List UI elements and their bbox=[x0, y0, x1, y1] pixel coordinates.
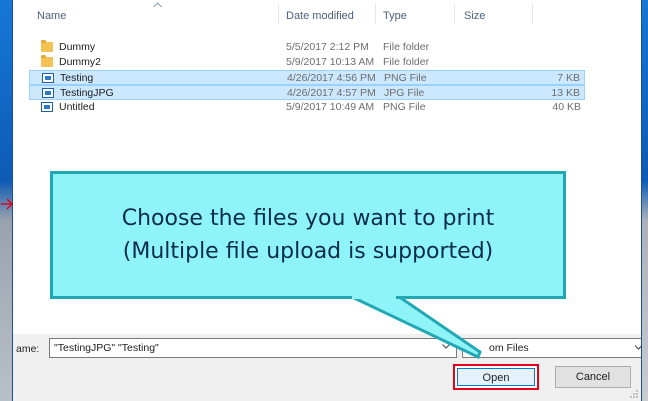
file-row-untitled[interactable]: Untitled 5/9/2017 10:49 AM PNG File 40 K… bbox=[29, 100, 585, 115]
file-row-dummy2[interactable]: Dummy2 5/9/2017 10:13 AM File folder bbox=[29, 55, 585, 70]
image-file-icon bbox=[41, 102, 53, 112]
file-row-testing[interactable]: Testing 4/26/2017 4:56 PM PNG File 7 KB bbox=[29, 70, 585, 85]
file-type: PNG File bbox=[383, 101, 426, 113]
open-button[interactable]: Open bbox=[457, 368, 535, 386]
file-name: Untitled bbox=[59, 101, 95, 113]
chevron-down-icon[interactable] bbox=[441, 341, 451, 351]
cancel-button[interactable]: Cancel bbox=[555, 366, 631, 388]
filename-input[interactable]: "TestingJPG" "Testing" bbox=[49, 338, 457, 358]
file-name: Dummy2 bbox=[59, 56, 102, 68]
file-size: 40 KB bbox=[552, 101, 581, 113]
image-file-icon bbox=[42, 88, 54, 98]
column-divider[interactable] bbox=[278, 4, 279, 24]
column-divider[interactable] bbox=[454, 4, 455, 24]
column-divider[interactable] bbox=[375, 4, 376, 24]
file-type: File folder bbox=[383, 41, 430, 53]
file-size: 13 KB bbox=[551, 87, 580, 99]
column-date[interactable]: Date modified bbox=[286, 10, 354, 22]
sort-up-icon bbox=[153, 2, 162, 8]
file-name: TestingJPG bbox=[60, 87, 114, 99]
file-date: 4/26/2017 4:57 PM bbox=[287, 87, 376, 99]
image-file-icon bbox=[42, 73, 54, 83]
file-date: 5/9/2017 10:13 AM bbox=[286, 56, 375, 68]
folder-icon bbox=[41, 40, 53, 52]
file-row-testingjpg[interactable]: TestingJPG 4/26/2017 4:57 PM JPG File 13… bbox=[29, 85, 585, 100]
file-type-filter-select[interactable]: om Files bbox=[462, 338, 641, 358]
folder-icon bbox=[41, 55, 53, 67]
red-arrow-icon bbox=[1, 198, 13, 210]
file-type: JPG File bbox=[384, 87, 425, 99]
chevron-down-icon bbox=[634, 345, 641, 350]
callout-text-line1: Choose the files you want to print bbox=[121, 206, 495, 231]
column-size[interactable]: Size bbox=[464, 10, 485, 22]
column-type[interactable]: Type bbox=[383, 10, 407, 22]
column-header: Name Date modified Type Size bbox=[13, 0, 641, 24]
callout-text-line2: (Multiple file upload is supported) bbox=[122, 239, 494, 264]
file-size: 7 KB bbox=[557, 72, 580, 84]
filter-select-value: om Files bbox=[489, 342, 529, 354]
file-type: PNG File bbox=[384, 72, 427, 84]
open-button-highlight[interactable]: Open bbox=[453, 364, 539, 390]
resize-grip-icon[interactable] bbox=[629, 389, 639, 399]
file-date: 5/9/2017 10:49 AM bbox=[286, 101, 375, 113]
file-type: File folder bbox=[383, 56, 430, 68]
column-divider[interactable] bbox=[532, 4, 533, 24]
file-date: 5/5/2017 2:12 PM bbox=[286, 41, 369, 53]
file-row-dummy[interactable]: Dummy 5/5/2017 2:12 PM File folder bbox=[29, 40, 585, 55]
column-name[interactable]: Name bbox=[37, 10, 66, 22]
filename-label: ame: bbox=[16, 343, 40, 355]
file-date: 4/26/2017 4:56 PM bbox=[287, 72, 376, 84]
instruction-callout: Choose the files you want to print (Mult… bbox=[50, 171, 566, 299]
file-name: Dummy bbox=[59, 41, 96, 53]
file-name: Testing bbox=[60, 72, 94, 84]
